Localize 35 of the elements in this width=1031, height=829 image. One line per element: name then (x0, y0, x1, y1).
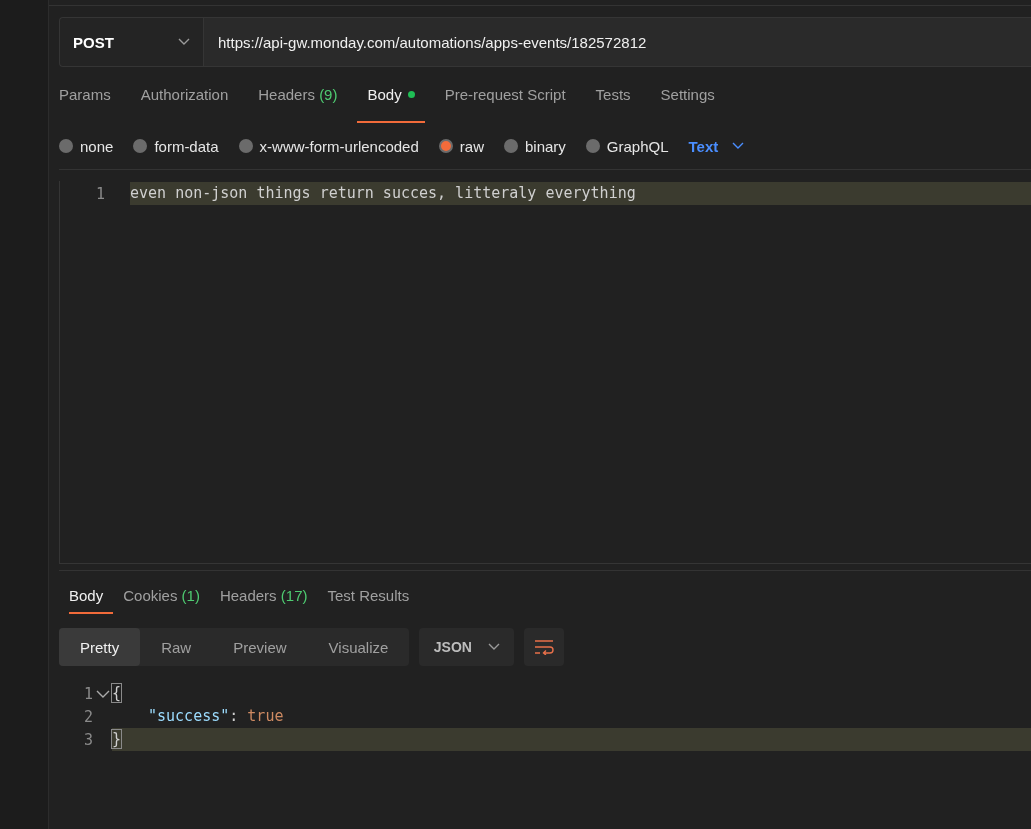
request-tab[interactable]: Body (357, 67, 425, 123)
response-tab[interactable]: Body (69, 578, 114, 614)
response-tab[interactable]: Headers (17) (209, 578, 318, 614)
wrap-button[interactable] (524, 628, 565, 666)
radio-option[interactable]: x-www-form-urlencoded (238, 137, 419, 155)
radio-option[interactable]: none (59, 137, 114, 155)
line-number: 1 (94, 184, 105, 203)
view-mode-button[interactable]: Visualize (307, 628, 410, 666)
request-tab[interactable]: Settings (650, 67, 725, 123)
radio-option[interactable]: form-data (133, 137, 219, 155)
code-editor[interactable]: 1 even non-json things return succes, litteraly everything (59, 181, 1031, 564)
view-mode-button[interactable]: Pretty (59, 628, 141, 666)
request-tab[interactable]: Tests (585, 67, 641, 123)
line-number: 2 (82, 707, 93, 726)
radio-option[interactable]: GraphQL (585, 137, 669, 155)
radio-option[interactable]: raw (438, 137, 484, 155)
code-line: { (112, 683, 123, 704)
format-dropdown[interactable]: JSON (419, 628, 515, 666)
format-dropdown[interactable]: Text (688, 137, 745, 155)
radio-option[interactable]: binary (503, 137, 566, 155)
response-tab[interactable]: Test Results (317, 578, 420, 614)
request-tab[interactable]: Headers (9) (248, 67, 348, 123)
response-tab[interactable]: Cookies (1) (113, 578, 210, 614)
chevron-down-icon (732, 142, 745, 150)
wrap-lines-icon (534, 639, 555, 655)
request-tab[interactable]: Authorization (130, 67, 239, 123)
line-number: 3 (82, 730, 93, 749)
line-number: 1 (82, 684, 93, 703)
request-tab[interactable]: Params (59, 67, 121, 123)
request-tab[interactable]: Pre-request Script (434, 67, 576, 123)
chevron-down-icon[interactable] (95, 689, 110, 698)
code-line: "success": true (147, 706, 285, 727)
chevron-down-icon (487, 643, 500, 651)
view-mode-button[interactable]: Preview (212, 628, 308, 666)
view-mode-button[interactable]: Raw (140, 628, 213, 666)
